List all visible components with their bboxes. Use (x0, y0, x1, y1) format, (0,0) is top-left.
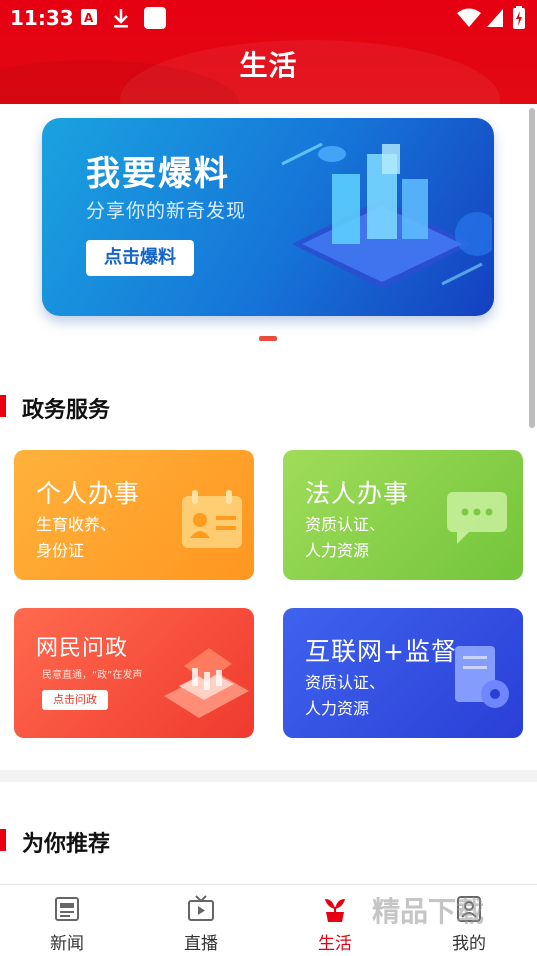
status-time: 11:33 (10, 6, 74, 30)
building-icon (164, 648, 249, 718)
card-title: 个人办事 (36, 479, 141, 508)
card-subtitle: 资质认证、 人力资源 (305, 670, 425, 722)
signal-icon (487, 9, 503, 27)
card-subtitle-line: 资质认证、 (305, 515, 386, 534)
city-illustration-icon (281, 142, 492, 289)
nav-label: 生活 (318, 934, 352, 954)
card-subtitle: 资质认证、 人力资源 (305, 512, 425, 564)
card-subtitle: 生育收养、 身份证 (36, 512, 156, 564)
id-card-icon (182, 490, 242, 548)
chat-icon (447, 492, 507, 544)
nav-item-live[interactable]: 直播 (134, 885, 268, 956)
tv-icon (188, 895, 214, 921)
section-divider (0, 770, 537, 782)
page-title: 生活 (239, 49, 298, 82)
card-title: 法人办事 (305, 479, 410, 508)
svg-text:A: A (84, 11, 94, 25)
banner-headline: 我要爆料 (86, 154, 230, 194)
banner-subline: 分享你的新奇发现 (86, 200, 247, 222)
watermark: 精品下载 (372, 895, 485, 928)
notification-square-icon (144, 7, 166, 29)
download-icon (114, 9, 128, 28)
section-marker (0, 829, 6, 851)
top-header: 11:33 A 生活 (0, 0, 537, 104)
section-title-gov: 政务服务 (22, 398, 111, 423)
app-notification-icon: A (81, 9, 97, 25)
nav-label: 新闻 (50, 934, 84, 954)
personal-affairs-card[interactable]: 个人办事 生育收养、 身份证 (14, 450, 254, 580)
carousel-indicator[interactable] (259, 336, 277, 341)
battery-charging-icon (513, 6, 525, 29)
section-marker (0, 395, 6, 417)
internet-supervision-card[interactable]: 互联网+监督 资质认证、 人力资源 (283, 608, 523, 738)
plant-icon (325, 899, 345, 922)
card-title: 互联网+监督 (305, 637, 457, 666)
inquiry-button[interactable]: 点击问政 (42, 690, 108, 710)
card-subtitle-line: 资质认证、 (305, 673, 386, 692)
scrollbar[interactable] (529, 108, 535, 428)
status-bar: 11:33 A (0, 0, 537, 36)
legal-affairs-card[interactable]: 法人办事 资质认证、 人力资源 (283, 450, 523, 580)
section-title-recommend: 为你推荐 (22, 832, 111, 857)
nav-item-news[interactable]: 新闻 (0, 885, 134, 956)
nav-label: 直播 (184, 934, 218, 954)
news-icon (55, 897, 79, 921)
card-subtitle-line: 人力资源 (305, 541, 370, 560)
card-slogan: 民意直通，“政”在发声 (42, 670, 143, 681)
card-title: 网民问政 (36, 636, 129, 661)
report-button[interactable]: 点击爆料 (86, 240, 194, 276)
report-banner[interactable]: 我要爆料 分享你的新奇发现 点击爆料 (42, 118, 494, 316)
card-subtitle-line: 人力资源 (305, 699, 370, 718)
document-gear-icon (455, 646, 509, 708)
card-subtitle-line: 身份证 (36, 541, 85, 560)
nav-label: 我的 (452, 934, 486, 954)
wifi-icon (457, 8, 481, 27)
netizen-inquiry-card[interactable]: 网民问政 民意直通，“政”在发声 点击问政 (14, 608, 254, 738)
card-subtitle-line: 生育收养、 (36, 515, 117, 534)
